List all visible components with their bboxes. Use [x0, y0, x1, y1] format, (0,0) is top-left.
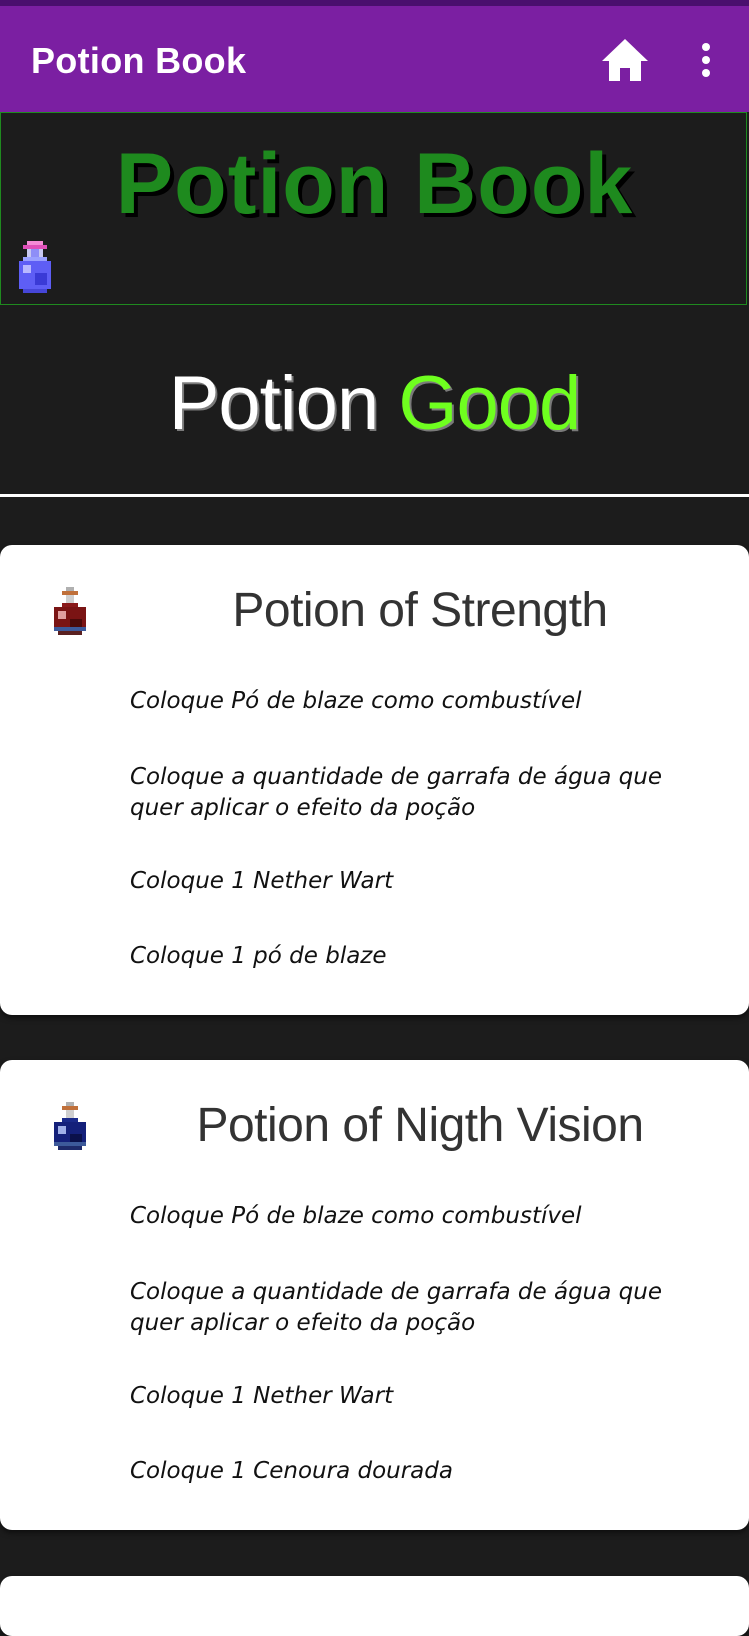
app-title: Potion Book: [31, 40, 247, 81]
recipe-step: Coloque a quantidade de garrafa de água …: [130, 764, 662, 821]
banner-title: Potion Book: [115, 136, 634, 232]
potion-card: Potion of Nigth Vision Coloque Pó de bla…: [0, 1060, 749, 1530]
section-heading: Potion Good: [0, 360, 749, 447]
home-icon: [602, 39, 648, 81]
potion-title: Potion of Nigth Vision: [196, 1099, 644, 1152]
divider: [0, 494, 749, 497]
purple-potion-icon: [19, 241, 51, 293]
recipe-step: Coloque 1 Nether Wart: [130, 868, 394, 894]
home-button[interactable]: [597, 36, 653, 84]
potion-title: Potion of Strength: [232, 584, 608, 637]
banner: Potion Book: [0, 112, 747, 305]
recipe-step: Coloque 1 Cenoura dourada: [130, 1458, 453, 1484]
recipe-step: Coloque Pó de blaze como combustível: [130, 688, 582, 714]
section-heading-accent: Good: [398, 361, 581, 446]
more-options-button[interactable]: [688, 36, 724, 84]
recipe-step: Coloque a quantidade de garrafa de água …: [130, 1279, 662, 1336]
recipe-step: Coloque 1 Nether Wart: [130, 1383, 394, 1409]
more-vert-icon: [702, 43, 710, 77]
night-vision-potion-icon: [54, 1102, 86, 1150]
potion-card: Potion of Strength Coloque Pó de blaze c…: [0, 545, 749, 1015]
potion-card: [0, 1576, 749, 1636]
recipe-step: Coloque 1 pó de blaze: [130, 943, 387, 969]
section-heading-word: Potion: [168, 361, 379, 446]
app-bar: Potion Book: [0, 6, 749, 112]
strength-potion-icon: [54, 587, 86, 635]
recipe-step: Coloque Pó de blaze como combustível: [130, 1203, 582, 1229]
